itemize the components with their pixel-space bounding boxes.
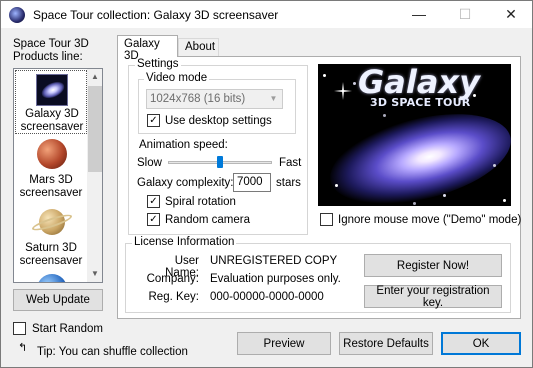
list-item-label: Saturn 3D screensaver xyxy=(19,242,83,267)
start-random-checkbox[interactable] xyxy=(13,322,26,335)
galaxy-preview-image: Galaxy 3D SPACE TOUR xyxy=(318,64,511,206)
products-heading: Space Tour 3D Products line: xyxy=(13,38,89,63)
company-label: Company: xyxy=(146,273,199,285)
settings-legend: Settings xyxy=(135,58,181,70)
video-mode-select[interactable]: 1024x768 (16 bits) ▼ xyxy=(146,89,283,109)
preview-button[interactable]: Preview xyxy=(237,332,331,355)
title-bar: Space Tour collection: Galaxy 3D screens… xyxy=(0,0,533,28)
spiral-rotation-checkbox[interactable]: ✓ xyxy=(147,195,160,208)
use-desktop-label: Use desktop settings xyxy=(165,114,272,127)
reg-key-label: Reg. Key: xyxy=(148,291,200,303)
list-item-galaxy[interactable]: Galaxy 3D screensaver xyxy=(15,70,87,134)
video-mode-value: 1024x768 (16 bits) xyxy=(150,93,246,105)
animation-speed-slider[interactable] xyxy=(168,156,272,168)
ignore-mouse-option[interactable]: Ignore mouse move ("Demo" mode) xyxy=(320,213,521,226)
shuffle-tip: Tip: You can shuffle collection xyxy=(37,346,188,358)
galaxy-icon xyxy=(36,74,68,106)
random-camera-option[interactable]: ✓ Random camera xyxy=(147,213,250,226)
animation-speed-label: Animation speed: xyxy=(139,139,228,151)
maximize-button[interactable]: ☐ xyxy=(442,1,488,29)
products-scrollbar[interactable]: ▲ ▼ xyxy=(87,69,102,282)
galaxy-swirl xyxy=(321,97,511,206)
reg-key-value: 000-00000-0000-0000 xyxy=(210,291,324,303)
slow-label: Slow xyxy=(137,157,162,169)
ok-button[interactable]: OK xyxy=(441,332,521,355)
ignore-mouse-label: Ignore mouse move ("Demo" mode) xyxy=(338,213,522,226)
minimize-button[interactable]: — xyxy=(396,1,442,29)
complexity-label: Galaxy complexity: xyxy=(137,177,234,189)
products-list[interactable]: Galaxy 3D screensaver Mars 3D screensave… xyxy=(13,68,103,283)
license-legend: License Information xyxy=(132,236,237,248)
earth-icon xyxy=(37,274,67,282)
scroll-down-arrow-icon[interactable]: ▼ xyxy=(87,266,102,282)
use-desktop-option[interactable]: ✓ Use desktop settings xyxy=(147,114,272,127)
use-desktop-checkbox[interactable]: ✓ xyxy=(147,114,160,127)
ignore-mouse-checkbox[interactable] xyxy=(320,213,333,226)
web-update-button[interactable]: Web Update xyxy=(13,289,103,311)
enter-key-button[interactable]: Enter your registration key. xyxy=(364,285,502,309)
list-item-saturn[interactable]: Saturn 3D screensaver xyxy=(15,205,87,271)
sparkle-icon xyxy=(334,82,352,100)
restore-defaults-button[interactable]: Restore Defaults xyxy=(339,332,433,355)
start-random-option[interactable]: Start Random xyxy=(13,322,103,335)
complexity-input[interactable]: 7000 xyxy=(233,173,271,192)
start-random-label: Start Random xyxy=(32,322,103,335)
slider-thumb[interactable] xyxy=(217,156,223,168)
list-item-earth[interactable] xyxy=(15,272,87,282)
spiral-rotation-label: Spiral rotation xyxy=(165,195,236,208)
company-value: Evaluation purposes only. xyxy=(210,273,341,285)
user-name-value: UNREGISTERED COPY xyxy=(210,255,338,267)
random-camera-label: Random camera xyxy=(165,213,251,226)
video-mode-legend: Video mode xyxy=(144,72,210,84)
shuffle-tip-icon: ↰ xyxy=(18,342,28,354)
register-now-button[interactable]: Register Now! xyxy=(364,254,502,277)
fast-label: Fast xyxy=(279,157,302,169)
close-button[interactable]: ✕ xyxy=(488,1,533,29)
mars-icon xyxy=(37,139,67,169)
random-camera-checkbox[interactable]: ✓ xyxy=(147,213,160,226)
chevron-down-icon[interactable]: ▼ xyxy=(265,90,282,108)
complexity-unit: stars xyxy=(276,177,301,189)
spiral-rotation-option[interactable]: ✓ Spiral rotation xyxy=(147,195,236,208)
list-item-label: Galaxy 3D screensaver xyxy=(20,108,84,133)
list-item-mars[interactable]: Mars 3D screensaver xyxy=(15,137,87,203)
scroll-thumb[interactable] xyxy=(88,86,102,172)
logo-subtitle: 3D SPACE TOUR xyxy=(370,96,471,109)
window-title: Space Tour collection: Galaxy 3D screens… xyxy=(33,8,279,22)
tab-galaxy-3d[interactable]: Galaxy 3D xyxy=(117,35,178,62)
tab-about[interactable]: About xyxy=(178,38,219,57)
saturn-icon xyxy=(30,209,74,235)
list-item-label: Mars 3D screensaver xyxy=(19,174,83,199)
app-icon xyxy=(9,7,25,23)
star-field xyxy=(323,74,326,77)
scroll-up-arrow-icon[interactable]: ▲ xyxy=(87,69,102,85)
